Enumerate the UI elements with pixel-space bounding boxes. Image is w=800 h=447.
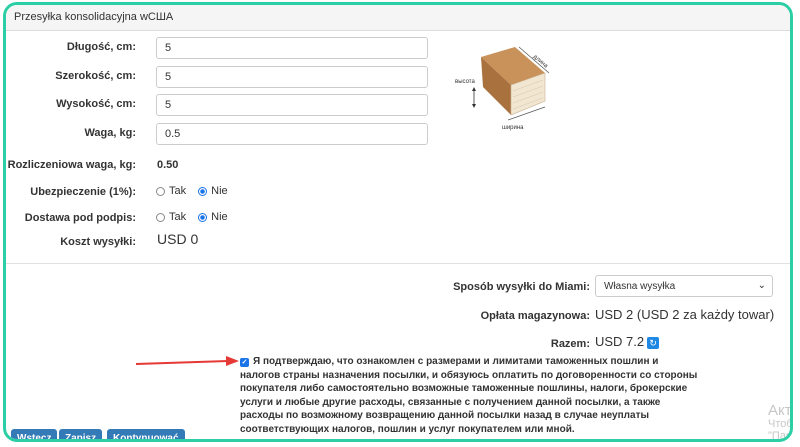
insurance-label: Ubezpieczenie (1%):	[30, 186, 136, 198]
delivery-label: Dostawa pod podpis:	[24, 212, 136, 224]
shipping-method-select[interactable]: Własna wysyłka ⌄	[595, 275, 773, 297]
delivery-radio-group: Tak Nie	[156, 211, 240, 223]
window-frame: Przesyłka konsolidacyjna wСША Długość, c…	[3, 2, 793, 442]
cost-value: USD 0	[157, 231, 199, 247]
insurance-row: Ubezpieczenie (1%): Tak Nie	[6, 182, 790, 206]
consent-block: ✓ Я подтверждаю, что ознакомлен с размера…	[240, 355, 700, 436]
cost-row: Koszt wysyłki: USD 0	[6, 231, 790, 255]
length-label: Długość, cm:	[66, 41, 136, 53]
length-row: Długość, cm: 5	[6, 37, 790, 61]
cost-label: Koszt wysyłki:	[60, 236, 136, 248]
delivery-yes-label[interactable]: Tak	[169, 211, 186, 223]
weight-input[interactable]: 0.5	[156, 123, 428, 145]
activation-watermark: Акти Чтобы "Пара	[768, 402, 793, 442]
insurance-yes-label[interactable]: Tak	[169, 185, 186, 197]
watermark-line-2: Чтобы	[768, 418, 793, 430]
delivery-no-radio[interactable]	[198, 212, 208, 222]
weight-label: Waga, kg:	[84, 127, 136, 139]
storage-fee-value: USD 2 (USD 2 za każdy towar)	[595, 307, 775, 322]
total-value-wrap: USD 7.2 ↻	[595, 334, 660, 349]
section-divider	[6, 263, 790, 264]
insurance-no-radio[interactable]	[198, 186, 208, 196]
storage-fee-label: Opłata magazynowa:	[480, 310, 590, 322]
insurance-radio-group: Tak Nie	[156, 185, 240, 197]
total-label: Razem:	[550, 338, 590, 350]
calc-weight-row: Rozliczeniowa waga, kg: 0.50	[6, 155, 790, 179]
height-input[interactable]: 5	[156, 94, 428, 116]
refresh-icon[interactable]: ↻	[647, 336, 660, 349]
width-label: Szerokość, cm:	[55, 70, 136, 82]
red-arrow	[135, 356, 239, 366]
consent-checkbox[interactable]: ✓	[240, 358, 249, 367]
chevron-down-icon: ⌄	[757, 280, 766, 291]
watermark-line-3: "Пара	[768, 430, 793, 442]
total-value: USD 7.2	[595, 334, 645, 349]
calc-weight-label: Rozliczeniowa waga, kg:	[7, 159, 136, 171]
back-button[interactable]: Wstecz	[11, 429, 58, 439]
delivery-no-label[interactable]: Nie	[211, 211, 228, 223]
shipping-method-label: Sposób wysyłki do Miami:	[453, 281, 590, 293]
delivery-yes-radio[interactable]	[156, 212, 165, 222]
length-input[interactable]: 5	[156, 37, 428, 59]
box-dimensions-illustration: длина высота ширина	[455, 46, 550, 131]
panel-heading: Przesyłka konsolidacyjna wСША	[6, 5, 790, 31]
height-label: Wysokość, cm:	[56, 98, 136, 110]
insurance-yes-radio[interactable]	[156, 186, 165, 196]
calc-weight-value: 0.50	[157, 159, 179, 171]
width-input[interactable]: 5	[156, 66, 428, 88]
watermark-line-1: Акти	[768, 402, 792, 419]
insurance-no-label[interactable]: Nie	[211, 185, 228, 197]
height-caption: высота	[455, 79, 475, 85]
delivery-row: Dostawa pod podpis: Tak Nie	[6, 208, 790, 232]
consent-text[interactable]: Я подтверждаю, что ознакомлен с размерам…	[240, 356, 697, 435]
shipping-method-value: Własna wysyłka	[604, 281, 676, 292]
width-row: Szerokość, cm: 5	[6, 66, 790, 90]
height-row: Wysokość, cm: 5	[6, 94, 790, 118]
save-button[interactable]: Zapisz	[59, 429, 103, 439]
weight-row: Waga, kg: 0.5	[6, 123, 790, 147]
continue-button[interactable]: Kontynuować	[107, 429, 185, 439]
width-caption: ширина	[502, 125, 524, 131]
